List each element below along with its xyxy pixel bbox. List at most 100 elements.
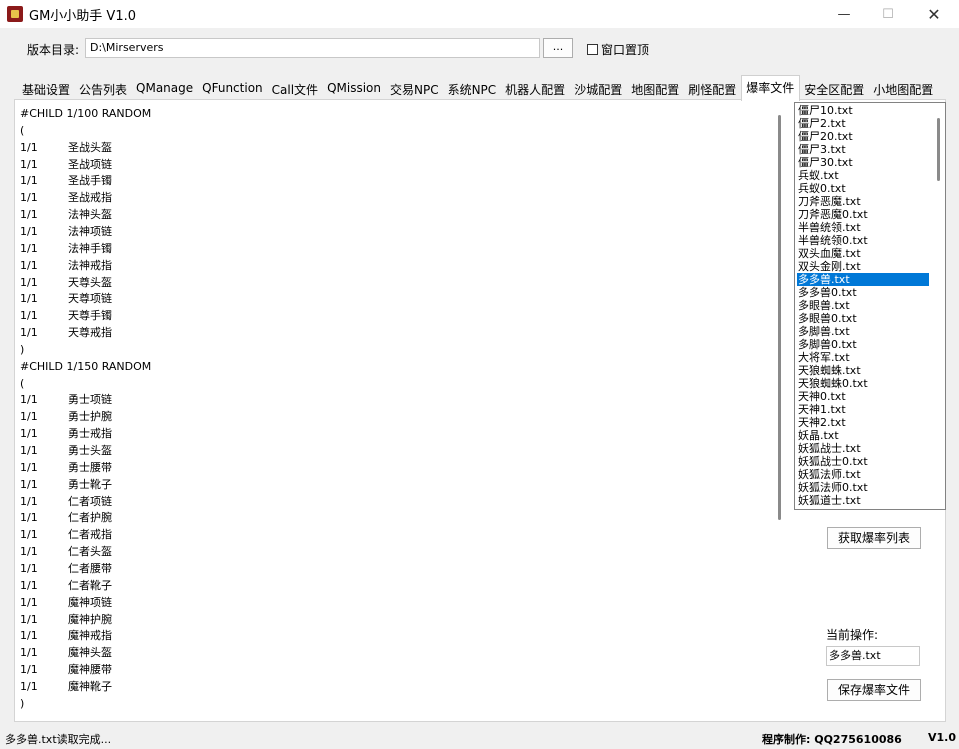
line-rate: 1/1	[20, 174, 38, 188]
dir-input[interactable]: D:\Mirservers	[85, 38, 540, 58]
line-rate: 1/1	[20, 612, 38, 626]
line-item-name: 仁者靴子	[68, 578, 112, 592]
file-list-item[interactable]: 大将军.txt	[797, 351, 850, 364]
file-list-item[interactable]: 多脚兽.txt	[797, 325, 850, 338]
file-list-item[interactable]: 妖狐道士.txt	[797, 494, 861, 507]
editor-line: 1/1 仁者戒指	[20, 526, 112, 543]
file-list-item[interactable]: 半兽统领.txt	[797, 221, 861, 234]
line-item-name: 圣战手镯	[68, 174, 112, 188]
editor-line: 1/1 勇士戒指	[20, 425, 112, 442]
tab-7[interactable]: 系统NPC	[444, 78, 502, 100]
tab-9[interactable]: 沙城配置	[570, 78, 627, 100]
file-list-item[interactable]: 僵尸2.txt	[797, 117, 846, 130]
editor-line: 1/1 魔神护腕	[20, 611, 112, 628]
browse-button[interactable]: ...	[543, 38, 573, 58]
editor-scrollbar[interactable]	[775, 105, 787, 715]
editor-line: 1/1 天尊手镯	[20, 307, 112, 324]
line-rate: )	[20, 696, 25, 710]
dir-label: 版本目录:	[27, 43, 80, 57]
file-list-item[interactable]: 刀斧恶魔0.txt	[797, 208, 868, 221]
file-list-item[interactable]: 半兽统领0.txt	[797, 234, 868, 247]
minimize-button[interactable]: —	[821, 0, 867, 28]
line-item-name: 仁者腰带	[68, 561, 112, 575]
status-maker: 程序制作: QQ275610086	[762, 733, 902, 746]
current-op-field[interactable]: 多多兽.txt	[826, 646, 920, 666]
close-button[interactable]: ✕	[911, 0, 957, 28]
editor-line: )	[20, 695, 24, 712]
line-rate: 1/1	[20, 663, 38, 677]
file-list-item[interactable]: 天神0.txt	[797, 390, 846, 403]
line-rate: (	[20, 376, 25, 390]
line-rate: 1/1	[20, 511, 38, 525]
file-list-item[interactable]: 妖狐战士.txt	[797, 442, 861, 455]
tab-4[interactable]: Call文件	[268, 78, 323, 100]
line-item-name: 魔神靴子	[68, 679, 112, 693]
line-item-name: 天尊头盔	[68, 275, 112, 289]
drop-file-editor[interactable]: #CHILD 1/100 RANDOM (1/1 圣战头盔 1/1 圣战项链 1/1 圣战手…	[17, 103, 790, 718]
file-list[interactable]: 僵尸10.txt 僵尸2.txt 僵尸20.txt 僵尸3.txt 僵尸30.txt 兵蚁…	[794, 102, 946, 510]
file-list-item[interactable]: 天狼蜘蛛0.txt	[797, 377, 868, 390]
topmost-checkbox[interactable]	[587, 44, 598, 55]
line-rate: 1/1	[20, 545, 38, 559]
tab-10[interactable]: 地图配置	[627, 78, 684, 100]
line-rate: 1/1	[20, 578, 38, 592]
editor-line: 1/1 圣战头盔	[20, 139, 112, 156]
file-list-item[interactable]: 僵尸20.txt	[797, 130, 853, 143]
file-list-item[interactable]: 天神1.txt	[797, 403, 846, 416]
line-rate: 1/1	[20, 241, 38, 255]
tab-0[interactable]: 基础设置	[18, 78, 75, 100]
tab-14[interactable]: 小地图配置	[869, 78, 938, 100]
tab-3[interactable]: QFunction	[198, 78, 268, 100]
tab-12[interactable]: 爆率文件	[741, 75, 801, 101]
line-rate: 1/1	[20, 460, 38, 474]
file-list-item[interactable]: 多多兽0.txt	[797, 286, 857, 299]
file-list-item[interactable]: 兵蚁.txt	[797, 169, 839, 182]
file-list-item[interactable]: 妖狐法师.txt	[797, 468, 861, 481]
tab-6[interactable]: 交易NPC	[386, 78, 444, 100]
file-list-item[interactable]: 僵尸3.txt	[797, 143, 846, 156]
line-rate: 1/1	[20, 326, 38, 340]
maximize-button[interactable]: ☐	[865, 0, 911, 28]
editor-line: 1/1 勇士护腕	[20, 408, 112, 425]
line-item-name: 魔神项链	[68, 595, 112, 609]
file-list-item[interactable]: 僵尸10.txt	[797, 104, 853, 117]
tab-13[interactable]: 安全区配置	[800, 78, 869, 100]
editor-line: 1/1 勇士头盔	[20, 442, 112, 459]
tab-2[interactable]: QManage	[132, 78, 198, 100]
line-rate: 1/1	[20, 595, 38, 609]
file-list-item[interactable]: 妖晶.txt	[797, 429, 839, 442]
tab-8[interactable]: 机器人配置	[501, 78, 570, 100]
file-list-item[interactable]: 天神2.txt	[797, 416, 846, 429]
file-list-item[interactable]: 妖狐战士0.txt	[797, 455, 868, 468]
file-list-item[interactable]: 多脚兽0.txt	[797, 338, 857, 351]
file-list-item[interactable]: 双头血魔.txt	[797, 247, 861, 260]
app-icon	[7, 6, 23, 22]
file-list-item[interactable]: 刀斧恶魔.txt	[797, 195, 861, 208]
line-rate: 1/1	[20, 444, 38, 457]
editor-line: 1/1 仁者项链	[20, 493, 112, 510]
file-list-item[interactable]: 多眼兽.txt	[797, 299, 850, 312]
file-list-item[interactable]: 多眼兽0.txt	[797, 312, 857, 325]
save-button[interactable]: 保存爆率文件	[827, 679, 921, 701]
line-item-name: 勇士护腕	[68, 410, 112, 424]
file-list-item[interactable]: 双头金刚.txt	[797, 260, 861, 273]
topmost-toggle[interactable]: 窗口置顶	[587, 41, 649, 58]
line-item-name: 魔神腰带	[68, 663, 112, 677]
line-item-name: 圣战头盔	[68, 140, 112, 154]
editor-line: 1/1 勇士腰带	[20, 459, 112, 476]
file-list-item[interactable]: 天狼蜘蛛.txt	[797, 364, 861, 377]
tab-11[interactable]: 刷怪配置	[684, 78, 741, 100]
file-list-item[interactable]: 僵尸30.txt	[797, 156, 853, 169]
topmost-label: 窗口置顶	[601, 43, 650, 57]
editor-scroll-thumb[interactable]	[778, 115, 781, 520]
file-list-item[interactable]: 多多兽.txt	[797, 273, 929, 286]
file-list-item[interactable]: 妖狐法师0.txt	[797, 481, 868, 494]
tab-1[interactable]: 公告列表	[75, 78, 132, 100]
get-list-button[interactable]: 获取爆率列表	[827, 527, 921, 549]
line-item-name: 勇士腰带	[68, 460, 112, 474]
file-list-item[interactable]: 兵蚁0.txt	[797, 182, 846, 195]
tab-5[interactable]: QMission	[323, 78, 386, 100]
file-list-scroll-thumb[interactable]	[937, 118, 940, 181]
editor-line: 1/1 魔神戒指	[20, 627, 112, 644]
line-item-name: 勇士靴子	[68, 477, 112, 491]
